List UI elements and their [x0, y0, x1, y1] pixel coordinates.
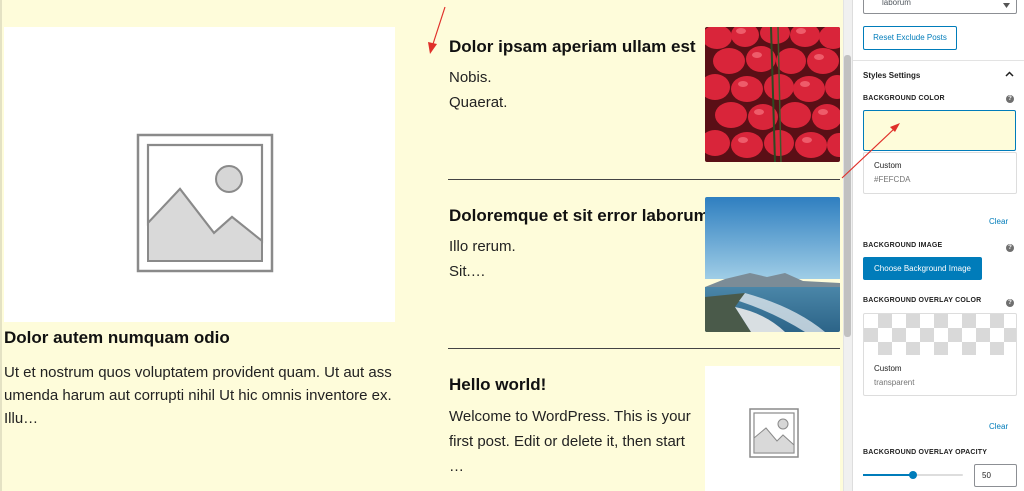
reset-exclude-posts-button[interactable]: Reset Exclude Posts	[863, 26, 957, 50]
customizer-settings-panel: laborum Reset Exclude Posts Styles Setti…	[852, 0, 1024, 491]
overlay-color-custom-label: Custom	[874, 364, 902, 373]
annotation-arrow-icon	[428, 6, 446, 54]
post-divider	[448, 348, 840, 349]
post-divider	[448, 179, 840, 180]
choose-background-image-button[interactable]: Choose Background Image	[863, 257, 982, 280]
preview-scrollbar-thumb[interactable]	[844, 55, 851, 337]
image-placeholder-icon	[749, 408, 799, 458]
help-icon[interactable]: ?	[1006, 244, 1014, 252]
opacity-slider-fill	[863, 474, 913, 476]
background-color-label: BACKGROUND COLOR	[863, 95, 945, 102]
exclude-posts-select-value: laborum	[882, 0, 911, 7]
background-color-custom-label: Custom	[874, 161, 902, 170]
help-icon[interactable]: ?	[1006, 299, 1014, 307]
post-title[interactable]: Doloremque et sit error laborum	[449, 206, 709, 226]
overlay-color-clear-link[interactable]: Clear	[989, 422, 1008, 431]
opacity-slider-track[interactable]	[863, 471, 963, 479]
strawberries-image	[705, 27, 840, 162]
background-color-swatch[interactable]	[863, 110, 1016, 151]
chevron-down-icon	[1003, 3, 1010, 8]
overlay-color-value: transparent	[874, 378, 915, 387]
preview-left-edge	[0, 0, 2, 491]
post-grid-preview: Dolor autem numquam odio Ut et nostrum q…	[0, 0, 843, 491]
background-color-hex: #FEFCDA	[874, 175, 911, 184]
post-excerpt: Welcome to WordPress. This is your first…	[449, 408, 691, 475]
background-color-value-box[interactable]: Custom #FEFCDA	[863, 152, 1017, 194]
post-excerpt-line: Sit.…	[449, 263, 486, 280]
overlay-color-swatch[interactable]	[863, 313, 1017, 357]
exclude-posts-select[interactable]: laborum	[863, 0, 1017, 14]
featured-post-thumbnail[interactable]	[4, 27, 395, 322]
post-excerpt-line: Illo rerum.	[449, 238, 516, 255]
featured-post-excerpt: Ut et nostrum quos voluptatem provident …	[4, 364, 392, 427]
panel-divider	[853, 60, 1024, 61]
background-overlay-opacity-label: BACKGROUND OVERLAY OPACITY	[863, 449, 988, 456]
background-color-clear-link[interactable]: Clear	[989, 217, 1008, 226]
post-thumbnail-beach[interactable]	[705, 197, 840, 332]
post-title[interactable]: Dolor ipsam aperiam ullam est	[449, 37, 696, 57]
overlay-color-value-box[interactable]: Custom transparent	[863, 355, 1017, 396]
opacity-slider-handle[interactable]	[909, 471, 917, 479]
image-placeholder-icon	[136, 133, 274, 273]
opacity-number-input[interactable]: 50	[974, 464, 1017, 487]
help-icon[interactable]: ?	[1006, 95, 1014, 103]
post-excerpt-line: Nobis.	[449, 69, 492, 86]
background-overlay-color-label: BACKGROUND OVERLAY COLOR	[863, 297, 982, 304]
beach-image	[705, 197, 840, 332]
styles-settings-heading[interactable]: Styles Settings	[863, 71, 920, 80]
featured-post-title[interactable]: Dolor autem numquam odio	[4, 328, 404, 348]
chevron-up-icon[interactable]	[1005, 71, 1014, 77]
post-title[interactable]: Hello world!	[449, 375, 546, 395]
post-thumbnail-strawberries[interactable]	[705, 27, 840, 162]
post-excerpt-line: Quaerat.	[449, 94, 508, 111]
background-image-label: BACKGROUND IMAGE	[863, 242, 943, 249]
opacity-value: 50	[982, 471, 991, 480]
post-thumbnail-placeholder[interactable]	[705, 366, 840, 491]
